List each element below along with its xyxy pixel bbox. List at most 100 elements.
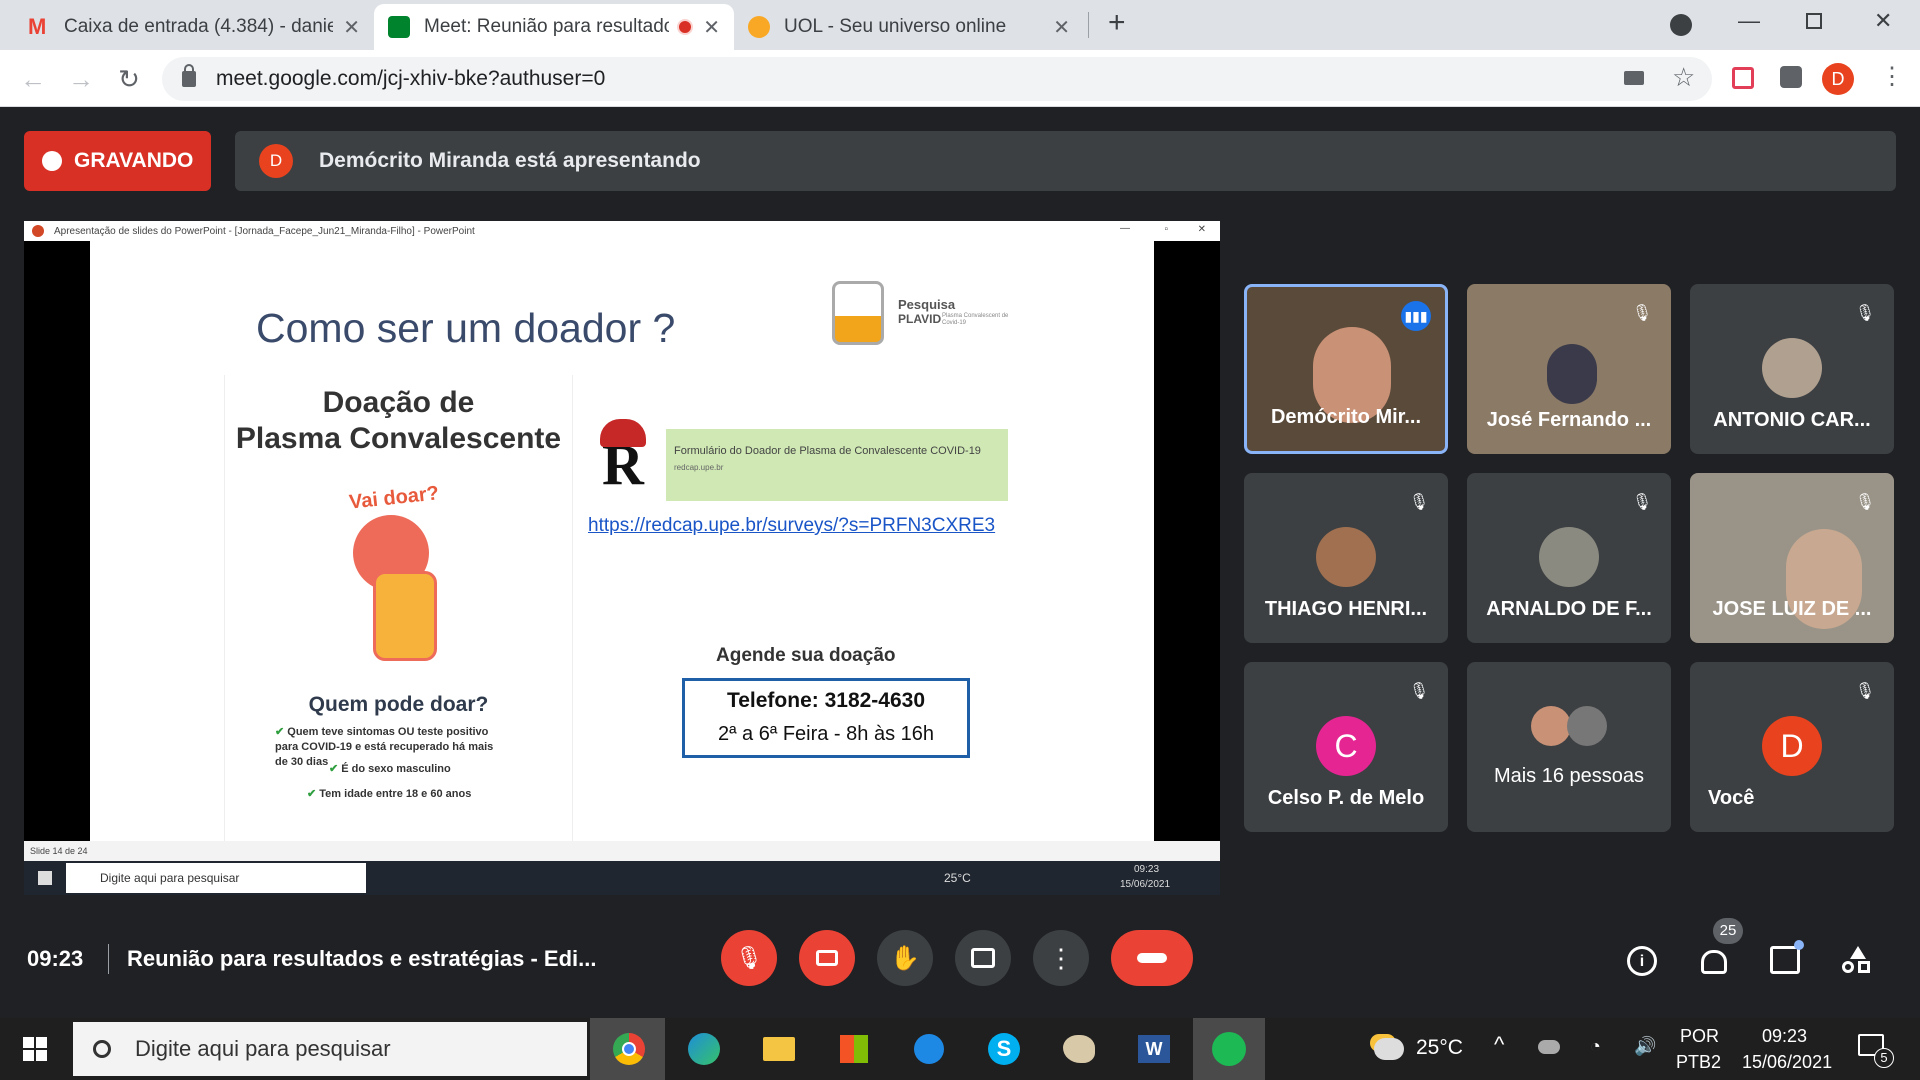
file-explorer-icon[interactable]: [759, 1029, 799, 1069]
lang-secondary[interactable]: PTB2: [1676, 1052, 1721, 1073]
camera-toggle-button[interactable]: [799, 930, 855, 986]
present-button[interactable]: [955, 930, 1011, 986]
participant-tile[interactable]: 🎙 JOSE LUIZ DE ...: [1690, 473, 1894, 643]
profile-avatar[interactable]: D: [1822, 63, 1854, 95]
volume-icon[interactable]: 🔊: [1634, 1036, 1656, 1057]
skype-icon[interactable]: S: [984, 1029, 1024, 1069]
mic-toggle-button[interactable]: 🎙: [721, 930, 777, 986]
ppt-close-icon: ✕: [1197, 224, 1206, 235]
hours-text: 2ª a 6ª Feira - 8h às 16h: [717, 723, 935, 745]
close-window-icon[interactable]: ✕: [1874, 8, 1892, 34]
inner-date: 15/06/2021: [1120, 879, 1171, 890]
camera-icon[interactable]: [1624, 71, 1644, 85]
tab-title: UOL - Seu universo online: [784, 16, 1007, 37]
tab-search-icon[interactable]: [1670, 14, 1692, 36]
participant-avatar: C: [1316, 716, 1376, 776]
participant-photo: [1539, 527, 1599, 587]
forward-icon[interactable]: →: [66, 64, 96, 95]
raise-hand-button[interactable]: ✋: [877, 930, 933, 986]
participants-count-badge: 25: [1713, 918, 1743, 944]
extensions-icon[interactable]: [1780, 66, 1802, 88]
participant-name: Mais 16 pessoas: [1493, 765, 1645, 787]
chrome-icon[interactable]: [609, 1029, 649, 1069]
chat-unread-dot: [1794, 940, 1804, 950]
onedrive-icon[interactable]: [1538, 1040, 1560, 1054]
participant-tile[interactable]: 🎙 THIAGO HENRI...: [1244, 473, 1448, 643]
criterion-3: ✔ Tem idade entre 18 e 60 anos: [307, 788, 472, 800]
leave-call-button[interactable]: [1111, 930, 1193, 986]
minimize-icon[interactable]: —: [1738, 8, 1760, 34]
participant-tile-self[interactable]: D 🎙 Você: [1690, 662, 1894, 832]
tab-uol[interactable]: UOL - Seu universo online ✕: [734, 4, 1084, 50]
plasma-bag-icon: [373, 571, 437, 661]
uol-icon: [748, 16, 770, 38]
tray-chevron-icon[interactable]: ^: [1494, 1032, 1504, 1058]
reload-icon[interactable]: ↻: [114, 64, 144, 95]
close-tab-icon[interactable]: ✕: [703, 15, 720, 40]
participant-tile[interactable]: 🎙 ANTONIO CAR...: [1690, 284, 1894, 454]
more-options-button[interactable]: ⋮: [1033, 930, 1089, 986]
phone-text: Telefone: 3182-4630: [726, 689, 926, 712]
meeting-title[interactable]: Reunião para resultados e estratégias - …: [127, 946, 597, 972]
clock-date[interactable]: 15/06/2021: [1742, 1052, 1832, 1073]
presenting-text: Demócrito Miranda está apresentando: [319, 149, 701, 172]
participant-name: Você: [1708, 787, 1755, 809]
meeting-details-icon[interactable]: i: [1627, 946, 1657, 976]
camera-off-icon: [816, 950, 838, 966]
weather-icon: [1369, 1029, 1409, 1069]
participant-tile-more[interactable]: Mais 16 pessoas: [1467, 662, 1671, 832]
participant-tile[interactable]: 🎙 ARNALDO DE F...: [1467, 473, 1671, 643]
restore-icon[interactable]: [1806, 13, 1822, 29]
speaking-indicator-icon: ▮▮▮: [1401, 301, 1431, 331]
new-tab-button[interactable]: +: [1108, 6, 1126, 40]
close-tab-icon[interactable]: ✕: [343, 15, 360, 40]
video-feed: [1547, 344, 1597, 404]
people-button[interactable]: 25: [1697, 918, 1743, 976]
store-icon[interactable]: [834, 1029, 874, 1069]
wifi-icon[interactable]: ◔: [1590, 1036, 1601, 1057]
windows-start-icon[interactable]: [15, 1029, 55, 1069]
activities-icon[interactable]: [1842, 946, 1872, 976]
poster-title-1: Doação de: [322, 386, 475, 419]
participant-photo: [1531, 706, 1571, 746]
bookmark-star-icon[interactable]: ☆: [1672, 62, 1695, 93]
tab-gmail[interactable]: M Caixa de entrada (4.384) - daniel ✕: [14, 4, 374, 50]
search-placeholder: Digite aqui para pesquisar: [135, 1036, 391, 1061]
participant-photo: [1762, 338, 1822, 398]
redcap-hat-icon: [600, 419, 646, 447]
participant-photo: [1316, 527, 1376, 587]
paint-icon[interactable]: [1059, 1029, 1099, 1069]
people-icon: [1701, 950, 1727, 974]
tab-meet[interactable]: Meet: Reunião para resultado ✕: [374, 4, 734, 50]
spotify-icon[interactable]: [1209, 1029, 1249, 1069]
word-icon[interactable]: W: [1134, 1029, 1174, 1069]
participant-name: Celso P. de Melo: [1267, 787, 1425, 809]
schedule-heading: Agende sua doação: [716, 645, 896, 666]
clock-time[interactable]: 09:23: [1762, 1026, 1807, 1047]
redcap-link: https://redcap.upe.br/surveys/?s=PRFN3CX…: [588, 515, 996, 536]
recording-indicator[interactable]: GRAVANDO: [24, 131, 211, 191]
close-tab-icon[interactable]: ✕: [1053, 15, 1070, 40]
participant-photo: [1567, 706, 1607, 746]
tab-title: Meet: Reunião para resultado: [424, 16, 670, 37]
inner-search-box: Digite aqui para pesquisar: [66, 863, 366, 893]
redcap-form-card: Formulário do Doador de Plasma de Conval…: [666, 429, 1008, 501]
mic-off-icon: 🎙: [1631, 494, 1653, 511]
app-icon[interactable]: [909, 1029, 949, 1069]
lang-primary[interactable]: POR: [1680, 1026, 1719, 1047]
address-bar[interactable]: meet.google.com/jcj-xhiv-bke?authuser=0: [162, 57, 1712, 101]
participant-tile[interactable]: ▮▮▮ Demócrito Mir...: [1244, 284, 1448, 454]
menu-icon[interactable]: ⋮: [1880, 62, 1904, 91]
presenter-avatar: D: [259, 144, 293, 178]
participant-tile[interactable]: 🎙 José Fernando ...: [1467, 284, 1671, 454]
taskbar-search-box[interactable]: Digite aqui para pesquisar: [73, 1022, 587, 1076]
ppt-restore-icon: ▫: [1164, 224, 1168, 235]
participant-avatar: D: [1762, 716, 1822, 776]
chat-icon[interactable]: [1770, 946, 1800, 974]
participant-tile[interactable]: C 🎙 Celso P. de Melo: [1244, 662, 1448, 832]
edge-icon[interactable]: [684, 1029, 724, 1069]
pocket-extension-icon[interactable]: [1732, 67, 1754, 89]
recording-dot-icon: [677, 19, 694, 35]
back-icon[interactable]: ←: [18, 64, 48, 95]
mic-off-icon: 🎙: [1408, 494, 1430, 511]
